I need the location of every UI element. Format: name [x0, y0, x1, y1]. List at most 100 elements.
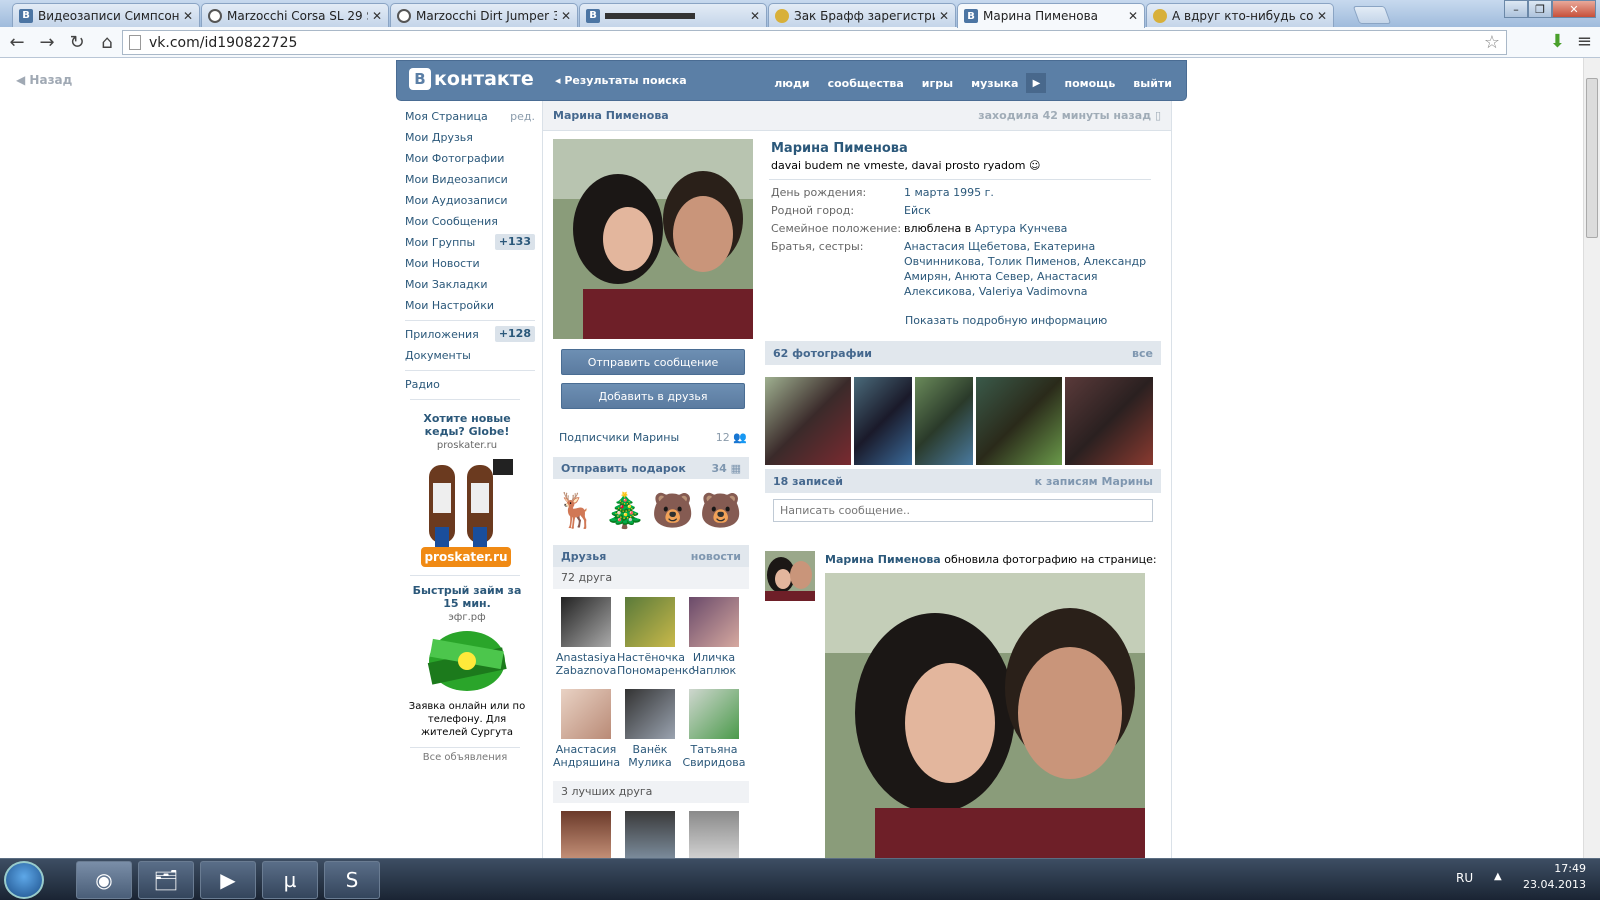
browser-tab[interactable]: Marzocchi Dirt Jumper 3 2 ✕ — [390, 3, 578, 27]
start-button[interactable] — [4, 861, 44, 899]
play-icon[interactable]: ▶ — [1026, 73, 1047, 93]
back-link[interactable]: ◀ Назад — [16, 73, 72, 87]
friend-card[interactable]: Anastasiya Zabaznova — [553, 597, 619, 677]
gift-deer-icon[interactable]: 🦌 — [555, 491, 599, 539]
close-tab-icon[interactable]: ✕ — [750, 9, 760, 23]
vk-logo[interactable]: В контакте — [409, 68, 534, 90]
menu-item-messages[interactable]: Мои Сообщения — [405, 211, 535, 232]
photo-thumbnail[interactable] — [915, 377, 973, 465]
menu-item-radio[interactable]: Радио — [405, 374, 535, 395]
maximize-button[interactable]: ❐ — [1528, 0, 1552, 18]
system-clock[interactable]: 17:49 23.04.2013 — [1523, 861, 1586, 893]
friend-card[interactable]: Иличка Чаплюк — [681, 597, 747, 677]
photo-thumbnail[interactable] — [765, 377, 851, 465]
partner-link[interactable]: Артура Кунчева — [975, 222, 1068, 235]
siblings-links[interactable]: Анастасия Щебетова, Екатерина Овчинников… — [904, 239, 1161, 299]
friend-card[interactable]: Настёночка Пономаренко — [617, 597, 695, 677]
subscribers-row[interactable]: Подписчики Марины 12 👥 — [559, 431, 747, 444]
back-arrow-icon[interactable]: ← — [4, 29, 30, 55]
menu-item-friends[interactable]: Мои Друзья — [405, 127, 535, 148]
menu-icon[interactable]: ≡ — [1577, 31, 1592, 52]
menu-item-photos[interactable]: Мои Фотографии — [405, 148, 535, 169]
best-friend-avatar[interactable] — [561, 811, 611, 858]
utorrent-taskbar-icon[interactable]: µ — [262, 861, 318, 899]
nav-communities[interactable]: сообщества — [828, 77, 904, 90]
post-author-link[interactable]: Марина Пименова — [825, 553, 941, 566]
search-results-link[interactable]: ◂ Результаты поиска — [555, 74, 687, 87]
nav-people[interactable]: люди — [774, 77, 809, 90]
nav-music[interactable]: музыка — [971, 77, 1018, 90]
browser-tab[interactable]: А вдруг кто-нибудь согл ✕ — [1146, 3, 1334, 27]
photo-thumbnail[interactable] — [1065, 377, 1153, 465]
add-friend-button[interactable]: Добавить в друзья — [561, 383, 745, 409]
menu-item-my-page[interactable]: Моя Страница ред. — [405, 106, 535, 127]
gift-bear-icon[interactable]: 🐻 — [699, 491, 743, 539]
language-indicator[interactable]: RU — [1456, 871, 1473, 885]
skype-taskbar-icon[interactable]: S — [324, 861, 380, 899]
post-author-avatar[interactable] — [765, 551, 815, 601]
close-tab-icon[interactable]: ✕ — [183, 9, 193, 23]
nav-logout[interactable]: выйти — [1133, 77, 1172, 90]
edit-link[interactable]: ред. — [510, 106, 535, 127]
ad-block-globe[interactable]: Хотите новые кеды? Globe! proskater.ru p… — [407, 412, 527, 571]
photos-all-link[interactable]: все — [1132, 347, 1153, 360]
show-more-info-link[interactable]: Показать подробную информацию — [905, 314, 1107, 327]
address-bar[interactable]: vk.com/id190822725 ☆ — [122, 30, 1507, 55]
best-friend-avatar[interactable] — [625, 811, 675, 858]
menu-item-audio[interactable]: Мои Аудиозаписи — [405, 190, 535, 211]
friend-card[interactable]: Татьяна Свиридова — [681, 689, 747, 769]
friends-header[interactable]: Друзья новости — [553, 545, 749, 567]
menu-item-documents[interactable]: Документы — [405, 345, 535, 366]
friend-card[interactable]: Анастасия Андряшина — [553, 689, 620, 769]
bookmark-star-icon[interactable]: ☆ — [1484, 32, 1500, 53]
close-tab-icon[interactable]: ✕ — [372, 9, 382, 23]
new-tab-button[interactable] — [1352, 6, 1392, 24]
send-message-button[interactable]: Отправить сообщение — [561, 349, 745, 375]
gifts-header[interactable]: Отправить подарок 34 ▦ — [553, 457, 749, 479]
explorer-taskbar-icon[interactable]: 🗂 — [138, 861, 194, 899]
ad-block-loan[interactable]: Быстрый займ за 15 мин. эфг.рф Заявка он… — [407, 584, 527, 739]
forward-arrow-icon[interactable]: → — [34, 29, 60, 55]
nav-games[interactable]: игры — [922, 77, 953, 90]
media-player-taskbar-icon[interactable]: ▶ — [200, 861, 256, 899]
browser-tab[interactable]: B Видеозаписи Симпсоны ✕ — [12, 3, 200, 27]
reload-icon[interactable]: ↻ — [64, 29, 90, 55]
best-friend-avatar[interactable] — [689, 811, 739, 858]
close-tab-icon[interactable]: ✕ — [1317, 9, 1327, 23]
menu-item-apps[interactable]: Приложения +128 — [405, 324, 535, 345]
photo-thumbnail[interactable] — [854, 377, 912, 465]
profile-status[interactable]: davai budem ne vmeste, davai prosto ryad… — [771, 159, 1040, 172]
wall-posts-link[interactable]: к записям Марины — [1035, 475, 1153, 488]
close-tab-icon[interactable]: ✕ — [561, 9, 571, 23]
wall-post-input[interactable]: Написать сообщение.. — [773, 499, 1153, 522]
tray-arrow-icon[interactable]: ▲ — [1494, 871, 1502, 882]
menu-item-news[interactable]: Мои Новости — [405, 253, 535, 274]
browser-tab[interactable]: B ✕ — [579, 3, 767, 27]
menu-item-settings[interactable]: Мои Настройки — [405, 295, 535, 316]
post-photo[interactable] — [825, 573, 1145, 858]
menu-item-groups[interactable]: Мои Группы +133 — [405, 232, 535, 253]
birthday-link[interactable]: 1 марта 1995 г. — [904, 185, 1161, 200]
gift-tree-icon[interactable]: 🎄 — [603, 491, 647, 539]
browser-tab[interactable]: Зак Брафф зарегистриро ✕ — [768, 3, 956, 27]
profile-avatar[interactable] — [553, 139, 753, 339]
photo-thumbnail[interactable] — [976, 377, 1062, 465]
friends-news-link[interactable]: новости — [691, 550, 741, 563]
wall-header[interactable]: 18 записей к записям Марины — [765, 469, 1161, 493]
photos-header[interactable]: 62 фотографии все — [765, 341, 1161, 365]
all-ads-link[interactable]: Все объявления — [405, 752, 525, 763]
page-scrollbar[interactable] — [1583, 58, 1600, 858]
gift-bear-icon[interactable]: 🐻 — [651, 491, 695, 539]
menu-item-bookmarks[interactable]: Мои Закладки — [405, 274, 535, 295]
close-tab-icon[interactable]: ✕ — [1128, 9, 1138, 23]
close-tab-icon[interactable]: ✕ — [939, 9, 949, 23]
scrollbar-thumb[interactable] — [1586, 78, 1598, 238]
home-icon[interactable]: ⌂ — [94, 29, 120, 55]
minimize-button[interactable]: – — [1504, 0, 1528, 18]
friend-card[interactable]: Ванёк Мулика — [617, 689, 683, 769]
download-arrow-icon[interactable]: ⬇ — [1550, 31, 1565, 52]
chrome-taskbar-icon[interactable]: ◉ — [76, 861, 132, 899]
menu-item-videos[interactable]: Мои Видеозаписи — [405, 169, 535, 190]
close-window-button[interactable]: ✕ — [1552, 0, 1596, 18]
browser-tab-active[interactable]: B Марина Пименова ✕ — [957, 3, 1145, 28]
